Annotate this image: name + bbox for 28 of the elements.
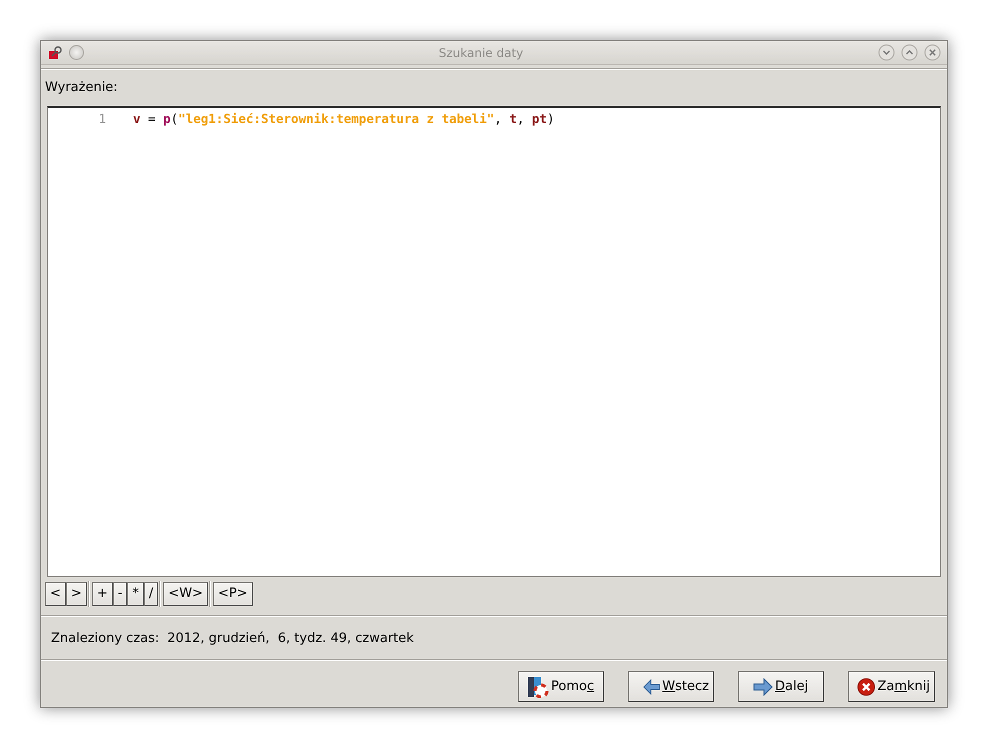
insert-button[interactable]: <P> xyxy=(212,582,253,606)
app-icon xyxy=(47,44,63,60)
insert-button[interactable]: * xyxy=(127,582,144,606)
insert-button[interactable]: - xyxy=(112,582,128,606)
expression-label: Wyrażenie: xyxy=(45,80,118,95)
menu-button[interactable] xyxy=(69,45,84,60)
help-button[interactable]: Pomoc xyxy=(518,671,604,702)
minimize-button[interactable] xyxy=(878,44,895,61)
code-editor[interactable]: 1 v = p("leg1:Sieć:Sterownik:temperatura z tabeli", t, pt) xyxy=(47,106,941,576)
right-arrow-icon xyxy=(753,678,773,696)
back-button[interactable]: Wstecz xyxy=(628,671,714,702)
left-arrow-icon xyxy=(643,678,660,696)
help-book-icon xyxy=(527,676,549,698)
insert-button[interactable]: < xyxy=(45,582,66,606)
next-button[interactable]: Dalej xyxy=(738,671,824,702)
close-icon xyxy=(857,676,876,696)
code-line: v = p("leg1:Sieć:Sterownik:temperatura z tabeli", t, pt) xyxy=(133,110,554,126)
insert-button[interactable]: <W> xyxy=(163,582,208,606)
line-number: 1 xyxy=(97,110,107,128)
insert-button[interactable]: + xyxy=(92,582,113,606)
maximize-button[interactable] xyxy=(901,44,918,61)
result-value: 2012, grudzień, 6, tydz. 49, czwartek xyxy=(167,630,414,648)
close-button[interactable] xyxy=(924,44,941,61)
window-title: Szukanie daty xyxy=(438,44,524,62)
insert-button[interactable]: / xyxy=(144,582,158,606)
close-dialog-button[interactable]: Zamknij xyxy=(848,671,935,702)
insert-button[interactable]: > xyxy=(66,582,87,606)
result-label: Znaleziony czas: xyxy=(51,630,160,648)
